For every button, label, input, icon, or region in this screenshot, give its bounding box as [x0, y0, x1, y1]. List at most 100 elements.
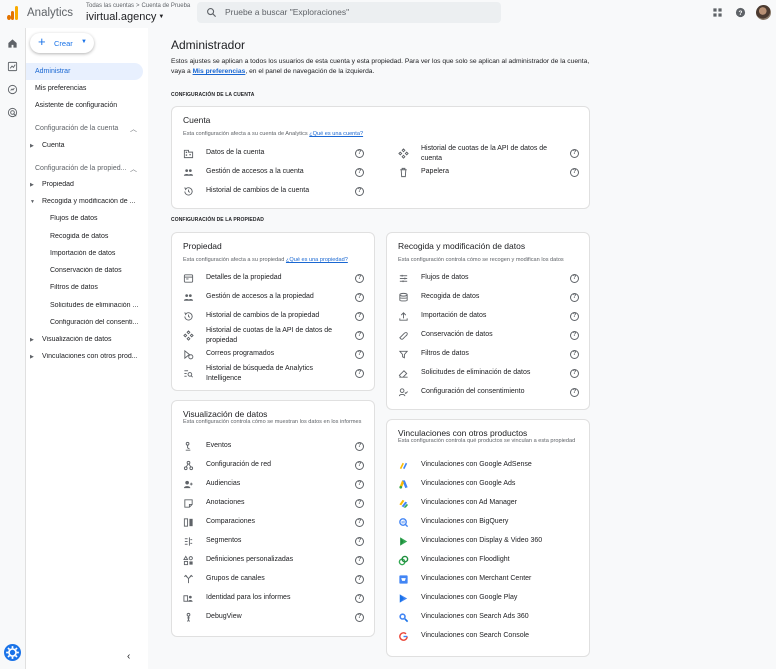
- help-icon[interactable]: ?: [570, 312, 579, 321]
- row-historial-cambios-propiedad[interactable]: Historial de cambios de la propiedad ?: [183, 308, 364, 326]
- nav-propiedad[interactable]: Propiedad: [42, 181, 141, 188]
- help-icon[interactable]: ?: [355, 518, 364, 527]
- row-datos-cuenta[interactable]: Datos de la cuenta ?: [183, 145, 364, 163]
- search-bar[interactable]: Pruebe a buscar "Exploraciones": [197, 2, 501, 23]
- nav-recogida-datos[interactable]: Recogida de datos: [50, 233, 141, 240]
- help-icon[interactable]: ?: [355, 575, 364, 584]
- help-icon[interactable]: ?: [735, 7, 746, 18]
- row-comparaciones[interactable]: Comparaciones ?: [183, 514, 364, 532]
- avatar[interactable]: [756, 5, 771, 20]
- breadcrumb-all-accounts[interactable]: Todas las cuentas: [86, 3, 134, 9]
- nav-section-propiedad[interactable]: Configuración de la propied... ︿: [35, 165, 137, 173]
- row-importacion-datos[interactable]: Importación de datos ?: [398, 308, 579, 326]
- nav-solicitudes-eliminacion[interactable]: Solicitudes de eliminación ...: [50, 302, 141, 309]
- help-icon[interactable]: ?: [355, 369, 364, 378]
- help-icon[interactable]: ?: [355, 293, 364, 302]
- row-configuracion-consentimiento[interactable]: Configuración del consentimiento ?: [398, 384, 579, 402]
- row-anotaciones[interactable]: Anotaciones ?: [183, 495, 364, 513]
- row-adsense[interactable]: Vinculaciones con Google AdSense: [398, 457, 578, 475]
- create-button[interactable]: + Crear ▼: [30, 33, 94, 53]
- row-papelera[interactable]: Papelera ?: [398, 164, 579, 182]
- nav-administrar[interactable]: Administrar: [26, 63, 143, 80]
- nav-section-cuenta[interactable]: Configuración de la cuenta ︿: [35, 125, 137, 133]
- explore-icon[interactable]: [7, 84, 18, 95]
- nav-flujos-datos[interactable]: Flujos de datos: [50, 215, 141, 222]
- nav-asistente-configuracion[interactable]: Asistente de configuración: [26, 97, 143, 114]
- expand-triangle-icon[interactable]: ▶: [30, 337, 34, 343]
- row-audiencias[interactable]: Audiencias ?: [183, 476, 364, 494]
- help-icon[interactable]: ?: [355, 594, 364, 603]
- help-icon[interactable]: ?: [570, 274, 579, 283]
- row-historial-cuotas-api-propiedad[interactable]: Historial de cuotas de la API de datos d…: [183, 327, 364, 345]
- collapse-triangle-icon[interactable]: ▼: [30, 199, 35, 205]
- row-gestion-accesos-cuenta[interactable]: Gestión de accesos a la cuenta ?: [183, 164, 364, 182]
- row-filtros-datos[interactable]: Filtros de datos ?: [398, 346, 579, 364]
- nav-recogida[interactable]: Recogida y modificación de ...: [42, 198, 141, 205]
- help-icon[interactable]: ?: [355, 480, 364, 489]
- row-merchant-center[interactable]: Vinculaciones con Merchant Center: [398, 571, 578, 589]
- collapse-nav-icon[interactable]: ‹: [127, 651, 130, 662]
- row-configuracion-red[interactable]: Configuración de red ?: [183, 457, 364, 475]
- help-icon[interactable]: ?: [570, 168, 579, 177]
- expand-triangle-icon[interactable]: ▶: [30, 143, 34, 149]
- help-icon[interactable]: ?: [570, 350, 579, 359]
- row-recogida-datos[interactable]: Recogida de datos ?: [398, 289, 579, 307]
- nav-configuracion-consentimiento[interactable]: Configuración del consenti...: [50, 319, 141, 326]
- row-display-video-360[interactable]: Vinculaciones con Display & Video 360: [398, 533, 578, 551]
- nav-mis-preferencias[interactable]: Mis preferencias: [26, 80, 143, 97]
- row-gestion-accesos-propiedad[interactable]: Gestión de accesos a la propiedad ?: [183, 289, 364, 307]
- help-icon[interactable]: ?: [355, 556, 364, 565]
- row-google-play[interactable]: Vinculaciones con Google Play: [398, 590, 578, 608]
- help-icon[interactable]: ?: [355, 613, 364, 622]
- help-icon[interactable]: ?: [355, 149, 364, 158]
- expand-triangle-icon[interactable]: ▶: [30, 354, 34, 360]
- row-historial-cambios-cuenta[interactable]: Historial de cambios de la cuenta ?: [183, 183, 364, 201]
- nav-importacion-datos[interactable]: Importación de datos: [50, 250, 141, 257]
- row-solicitudes-eliminacion[interactable]: Solicitudes de eliminación de datos ?: [398, 365, 579, 383]
- advertising-icon[interactable]: [7, 107, 18, 118]
- row-definiciones-personalizadas[interactable]: Definiciones personalizadas ?: [183, 552, 364, 570]
- help-icon[interactable]: ?: [570, 388, 579, 397]
- help-icon[interactable]: ?: [570, 369, 579, 378]
- que-es-propiedad-link[interactable]: ¿Qué es una propiedad?: [286, 257, 348, 263]
- nav-conservacion-datos[interactable]: Conservación de datos: [50, 267, 141, 274]
- row-detalles-propiedad[interactable]: Detalles de la propiedad ?: [183, 270, 364, 288]
- expand-triangle-icon[interactable]: ▶: [30, 182, 34, 188]
- mis-preferencias-link[interactable]: Mis preferencias: [193, 68, 246, 75]
- reports-icon[interactable]: [7, 61, 18, 72]
- row-correos-programados[interactable]: Correos programados ?: [183, 346, 364, 364]
- home-icon[interactable]: [7, 38, 18, 49]
- help-icon[interactable]: ?: [355, 312, 364, 321]
- row-search-ads-360[interactable]: Vinculaciones con Search Ads 360: [398, 609, 578, 627]
- help-icon[interactable]: ?: [355, 350, 364, 359]
- row-historial-cuotas-api-cuenta[interactable]: Historial de cuotas de la API de datos d…: [398, 145, 579, 163]
- help-icon[interactable]: ?: [570, 293, 579, 302]
- apps-grid-icon[interactable]: [712, 7, 723, 18]
- row-bigquery[interactable]: Vinculaciones con BigQuery: [398, 514, 578, 532]
- breadcrumb-account[interactable]: Cuenta de Prueba: [142, 3, 191, 9]
- row-search-console[interactable]: Vinculaciones con Search Console: [398, 628, 578, 646]
- row-floodlight[interactable]: Vinculaciones con Floodlight: [398, 552, 578, 570]
- row-ad-manager[interactable]: Vinculaciones con Ad Manager: [398, 495, 578, 513]
- help-icon[interactable]: ?: [355, 331, 364, 340]
- help-icon[interactable]: ?: [355, 274, 364, 283]
- help-icon[interactable]: ?: [355, 168, 364, 177]
- row-google-ads[interactable]: Vinculaciones con Google Ads: [398, 476, 578, 494]
- analytics-logo-icon[interactable]: [7, 6, 19, 20]
- row-conservacion-datos[interactable]: Conservación de datos ?: [398, 327, 579, 345]
- help-icon[interactable]: ?: [355, 442, 364, 451]
- account-selector[interactable]: ivirtual.agency ▼: [86, 11, 164, 23]
- nav-cuenta[interactable]: Cuenta: [42, 142, 141, 149]
- help-icon[interactable]: ?: [570, 149, 579, 158]
- que-es-cuenta-link[interactable]: ¿Qué es una cuenta?: [309, 131, 363, 137]
- row-identidad-informes[interactable]: Identidad para los informes ?: [183, 590, 364, 608]
- row-flujos-datos[interactable]: Flujos de datos ?: [398, 270, 579, 288]
- help-icon[interactable]: ?: [355, 461, 364, 470]
- nav-vinculaciones[interactable]: Vinculaciones con otros prod...: [42, 353, 141, 360]
- help-icon[interactable]: ?: [570, 331, 579, 340]
- nav-visualizacion[interactable]: Visualización de datos: [42, 336, 141, 343]
- row-grupos-canales[interactable]: Grupos de canales ?: [183, 571, 364, 589]
- help-icon[interactable]: ?: [355, 499, 364, 508]
- nav-filtros-datos[interactable]: Filtros de datos: [50, 284, 141, 291]
- admin-gear-icon[interactable]: [4, 644, 21, 661]
